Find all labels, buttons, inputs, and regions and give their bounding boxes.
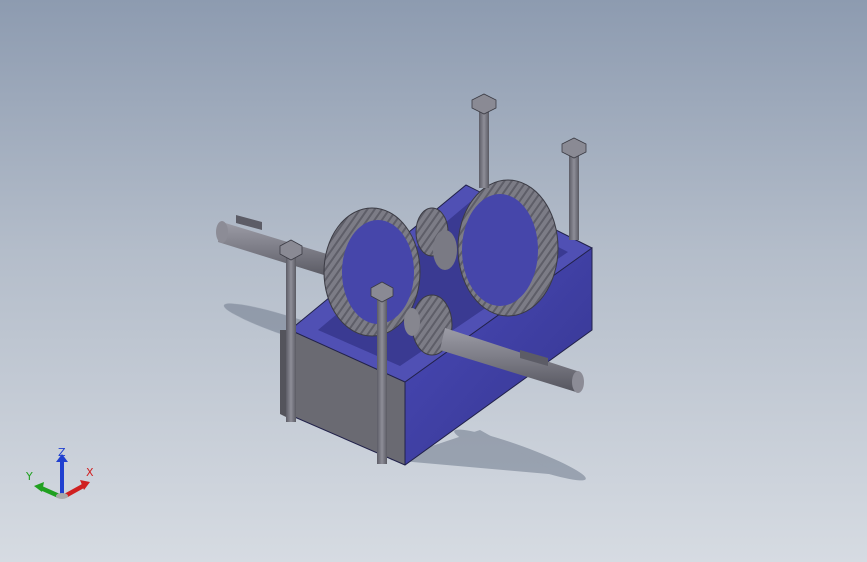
- z-axis: Z: [56, 446, 68, 496]
- gearbox-model[interactable]: [0, 0, 867, 562]
- x-axis-label: X: [86, 466, 94, 479]
- coordinate-triad: Z X Y: [25, 446, 94, 499]
- z-axis-label: Z: [58, 446, 66, 459]
- y-axis: Y: [25, 470, 60, 498]
- input-shaft: [216, 215, 340, 280]
- x-axis: X: [64, 466, 94, 498]
- bolt-right: [561, 137, 587, 240]
- y-axis-label: Y: [25, 470, 33, 483]
- triad-origin: [56, 493, 68, 499]
- large-gear-right: [457, 179, 559, 317]
- bolt-back: [471, 93, 497, 188]
- graphics-viewport[interactable]: Z X Y: [0, 0, 867, 562]
